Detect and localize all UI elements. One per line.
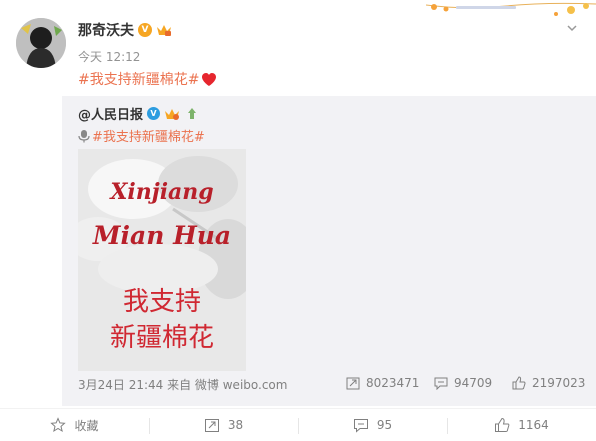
favorite-button[interactable]: 收藏	[0, 409, 149, 441]
like-button[interactable]: 1164	[447, 409, 596, 441]
avatar-image-icon	[16, 18, 66, 68]
blue-verified-badge-icon[interactable]: V	[147, 107, 161, 120]
comment-icon	[434, 377, 448, 390]
repost-footer: 3月24日 21:44 来自 微博 weibo.com 8023471 9470…	[78, 376, 585, 396]
repost-comment-value: 94709	[454, 376, 493, 390]
comment-button[interactable]: 95	[298, 409, 447, 441]
thumbs-up-icon	[495, 417, 510, 432]
weibo-post-card: 那奇沃夫 V 今天 12:12 #我支持新疆棉花# @人民日报 V #我支持新疆…	[0, 0, 596, 441]
repost-image[interactable]: Xinjiang Mian Hua 我支持 新疆棉花	[78, 149, 246, 371]
thumbs-up-icon	[512, 376, 526, 390]
star-icon	[50, 417, 67, 433]
repost-text: #我支持新疆棉花#	[78, 126, 205, 145]
comment-count-label: 95	[376, 418, 393, 432]
repost-count-value: 8023471	[366, 376, 420, 390]
repost-count-label: 38	[227, 418, 244, 432]
red-heart-icon	[202, 72, 217, 86]
repost-comment-count[interactable]: 94709	[434, 376, 492, 390]
author-name[interactable]: 那奇沃夫	[78, 20, 134, 40]
repost-hashtag[interactable]: #我支持新疆棉花#	[92, 126, 205, 145]
author-avatar[interactable]	[16, 18, 66, 68]
image-caption-line2: 新疆棉花	[109, 323, 214, 353]
repost-author-name[interactable]: @人民日报	[78, 104, 143, 123]
chevron-down-icon[interactable]	[566, 22, 578, 34]
like-count-label: 1164	[518, 418, 549, 432]
author-row: 那奇沃夫 V	[78, 20, 172, 40]
repost-count[interactable]: 8023471	[346, 376, 419, 390]
member-crown-icon[interactable]	[156, 23, 172, 37]
festive-decoration-icon	[426, 2, 596, 16]
microphone-icon	[78, 129, 90, 142]
repost-meta[interactable]: 3月24日 21:44 来自 微博 weibo.com	[78, 376, 287, 393]
repost-icon	[204, 419, 219, 432]
favorite-label: 收藏	[74, 418, 99, 433]
post-text: #我支持新疆棉花#	[78, 69, 217, 89]
action-bar: 收藏 38 95 1164	[0, 408, 596, 441]
repost-button[interactable]: 38	[149, 409, 298, 441]
repost-block[interactable]: @人民日报 V #我支持新疆棉花# Xinjiang Mian Hua 我支持 …	[62, 96, 596, 406]
comment-icon	[353, 419, 368, 433]
verified-badge-icon[interactable]: V	[138, 23, 152, 37]
post-time[interactable]: 今天 12:12	[78, 48, 140, 65]
repost-like-count[interactable]: 2197023	[512, 376, 585, 390]
repost-author-row: @人民日报 V	[78, 104, 200, 123]
member-crown-icon[interactable]	[164, 107, 180, 121]
image-title-line1: Xinjiang	[110, 179, 214, 205]
post-hashtag[interactable]: #我支持新疆棉花#	[78, 69, 199, 89]
image-title-line2: Mian Hua	[92, 221, 232, 250]
image-caption-line1: 我支持	[122, 287, 201, 317]
repost-icon	[346, 377, 360, 390]
green-badge-icon[interactable]	[184, 107, 200, 121]
repost-like-value: 2197023	[532, 376, 586, 390]
